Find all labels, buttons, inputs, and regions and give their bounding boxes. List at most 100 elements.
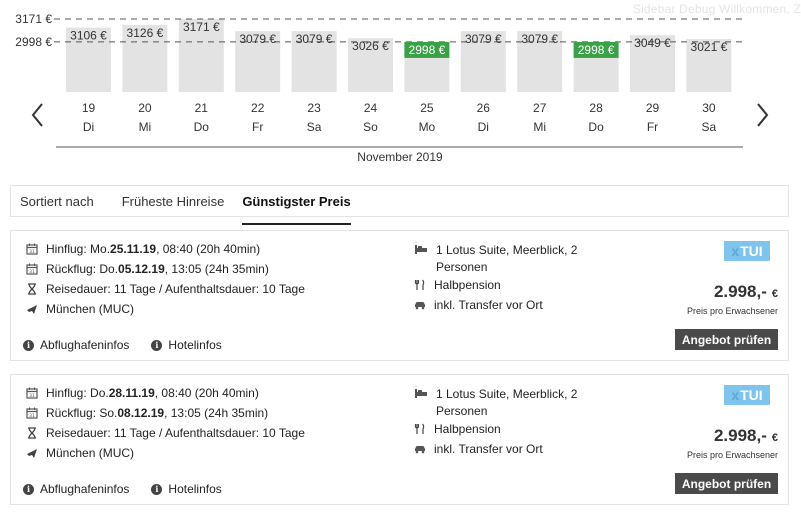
weekday-label: Di <box>478 120 489 134</box>
room-info: 1 Lotus Suite, Meerblick, 2 Personen <box>414 386 584 419</box>
departure-airport: München (MUC) <box>26 302 134 316</box>
bar-value-label: 3106 € <box>70 29 107 43</box>
day-label: 23 <box>307 101 321 115</box>
airport-info-link[interactable]: i Abflughafeninfos <box>23 338 129 352</box>
airport-info-link[interactable]: i Abflughafeninfos <box>23 482 129 496</box>
info-icon: i <box>23 483 34 495</box>
duration-text: Reisedauer: 11 Tage / Aufenthaltsdauer: … <box>46 282 305 296</box>
airport-info-label: Abflughafeninfos <box>40 482 130 496</box>
day-label: 19 <box>82 101 96 115</box>
room-info: 1 Lotus Suite, Meerblick, 2 Personen <box>414 242 584 275</box>
bar-value-label: 3079 € <box>521 32 558 46</box>
sort-bar: Sortiert nach Früheste Hinreise Günstigs… <box>10 185 789 225</box>
operator-name: TUI <box>740 387 763 403</box>
bar-value-label: 3171 € <box>183 20 220 34</box>
info-icon: i <box>151 483 163 495</box>
weekday-label: Sa <box>307 120 322 134</box>
operator-name: TUI <box>740 243 763 259</box>
weekday-label: So <box>363 120 378 134</box>
price-note: Preis pro Erwachsener <box>686 450 778 460</box>
bar-value-label: 3079 € <box>465 32 502 46</box>
bar-value-label: 3079 € <box>296 32 333 46</box>
airport-info-label: Abflughafeninfos <box>40 338 130 352</box>
outbound-time: , 08:40 (20h 40min) <box>154 386 259 400</box>
day-label: 22 <box>251 101 265 115</box>
check-offer-button[interactable]: Angebot prüfen <box>675 329 778 350</box>
sort-label: Sortiert nach <box>20 194 94 209</box>
info-icon: i <box>23 339 34 351</box>
weekday-label: Fr <box>647 120 658 134</box>
month-label: November 2019 <box>357 150 443 164</box>
bar-value-label: 3079 € <box>239 32 276 46</box>
return-prefix: Rückflug: So. <box>46 406 118 420</box>
next-dates-chevron-right-icon[interactable] <box>752 100 772 130</box>
check-offer-button[interactable]: Angebot prüfen <box>675 473 778 494</box>
day-label: 30 <box>702 101 716 115</box>
svg-text:31: 31 <box>29 393 35 399</box>
weekday-label: Do <box>588 120 604 134</box>
return-date: 05.12.19 <box>118 262 165 276</box>
airport-text: München (MUC) <box>46 446 135 460</box>
bar-value-label: 3026 € <box>352 39 389 53</box>
transfer-text: inkl. Transfer vor Ort <box>434 298 543 312</box>
price-currency: € <box>771 288 778 300</box>
day-label: 27 <box>533 101 547 115</box>
hotel-info-link[interactable]: i Hotelinfos <box>151 482 222 496</box>
day-label: 25 <box>420 101 434 115</box>
bed-icon <box>414 243 428 257</box>
trip-duration: Reisedauer: 11 Tage / Aufenthaltsdauer: … <box>26 426 305 440</box>
duration-text: Reisedauer: 11 Tage / Aufenthaltsdauer: … <box>46 426 305 440</box>
sort-option-cheapest[interactable]: Günstigster Preis <box>242 194 351 225</box>
sort-divider <box>10 216 789 217</box>
info-icon: i <box>151 339 163 351</box>
bar-value-label: 3021 € <box>691 40 728 54</box>
day-label: 21 <box>195 101 209 115</box>
transfer-info: inkl. Transfer vor Ort <box>414 298 543 312</box>
reference-label: 2998 € <box>15 35 52 49</box>
room-text: 1 Lotus Suite, Meerblick, 2 Personen <box>436 243 578 274</box>
transfer-text: inkl. Transfer vor Ort <box>434 442 543 456</box>
offer-card: 31 Hinflug: Do. 28.11.19, 08:40 (20h 40m… <box>10 374 789 505</box>
day-label: 28 <box>589 101 603 115</box>
prev-dates-chevron-left-icon[interactable] <box>28 100 48 130</box>
weekday-label: Sa <box>702 120 717 134</box>
outbound-date: 25.11.19 <box>110 242 157 256</box>
offer-card: 31 Hinflug: Mo. 25.11.19, 08:40 (20h 40m… <box>10 230 789 361</box>
price-currency: € <box>771 432 778 444</box>
bar-value-label: 2998 € <box>578 43 615 57</box>
weekday-label: Mi <box>139 120 152 134</box>
price-value: 2.998,- <box>713 426 767 445</box>
sort-option-earliest[interactable]: Früheste Hinreise <box>122 194 225 209</box>
bar-value-label: 2998 € <box>409 43 446 57</box>
hourglass-icon <box>26 427 38 439</box>
return-time: , 13:05 (24h 35min) <box>164 262 269 276</box>
weekday-label: Do <box>194 120 210 134</box>
bed-icon <box>414 387 428 401</box>
price-calendar-chart: 3171 € 2998 € 3106 € 3126 € 3171 € 3079 € 3079… <box>0 0 801 170</box>
room-text: 1 Lotus Suite, Meerblick, 2 Personen <box>436 387 578 418</box>
outbound-flight: 31 Hinflug: Do. 28.11.19, 08:40 (20h 40m… <box>26 386 259 400</box>
cutlery-icon <box>414 279 426 291</box>
price: 2.998,- € <box>714 426 778 446</box>
day-label: 20 <box>138 101 152 115</box>
car-icon <box>414 299 426 311</box>
outbound-date: 28.11.19 <box>108 386 155 400</box>
calendar-icon: 31 <box>26 263 38 275</box>
return-flight: 31 Rückflug: Do. 05.12.19, 13:05 (24h 35… <box>26 262 269 276</box>
hotel-info-link[interactable]: i Hotelinfos <box>151 338 222 352</box>
day-label: 24 <box>364 101 378 115</box>
day-label: 26 <box>477 101 491 115</box>
calendar-icon: 31 <box>26 243 38 255</box>
hourglass-icon <box>26 283 38 295</box>
transfer-info: inkl. Transfer vor Ort <box>414 442 543 456</box>
info-links: i Abflughafeninfos i Hotelinfos <box>23 338 244 352</box>
calendar-icon: 31 <box>26 407 38 419</box>
board-info: Halbpension <box>414 422 501 436</box>
svg-text:31: 31 <box>29 413 35 419</box>
weekday-label: Di <box>83 120 94 134</box>
price: 2.998,- € <box>714 282 778 302</box>
hotel-info-label: Hotelinfos <box>168 338 222 352</box>
airplane-icon <box>26 303 38 315</box>
calendar-icon: 31 <box>26 387 38 399</box>
outbound-prefix: Hinflug: Do. <box>46 386 109 400</box>
